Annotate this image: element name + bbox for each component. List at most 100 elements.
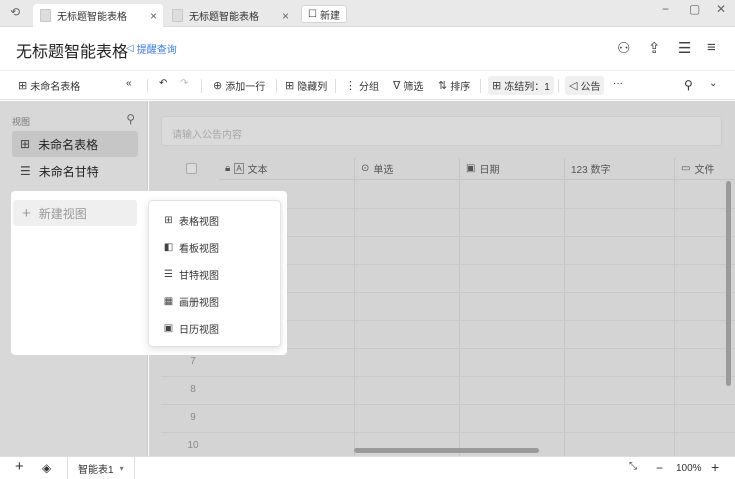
divider [147,79,148,93]
new-doc-icon: ☐ [308,8,317,20]
remind-label: 提醒查询 [136,45,177,56]
row-number: 9 [190,412,196,423]
add-sheet-icon[interactable]: + [15,458,24,475]
row-number: 7 [190,356,196,367]
table-icon: ⊞ [20,137,31,151]
group-icon: ⋮ [345,80,356,92]
sheet-name: 智能表1 [78,464,114,476]
hide-columns-button[interactable]: ⊞ 隐藏列 [285,78,327,93]
add-row-label: 添加一行 [225,82,266,93]
history-icon[interactable]: ⟲ [10,5,20,19]
menu-icon[interactable]: ≡ [707,39,716,56]
tab-document-2[interactable]: 无标题智能表格 × [165,4,295,27]
megaphone-icon: ◁ [569,80,578,92]
sidebar-item-table-view[interactable]: ⊞ 未命名表格 [12,131,138,157]
menu-item-calendar-view[interactable]: ▣ 日历视图 [163,320,219,336]
new-view-button[interactable]: + 新建视图 [13,200,137,226]
hide-columns-label: 隐藏列 [297,82,328,93]
column-header-number[interactable]: 123 数字 [565,158,675,180]
divider [276,79,277,93]
plus-icon: + [22,204,31,222]
select-all-checkbox[interactable] [186,163,197,174]
gantt-icon: ☰ [164,268,173,280]
minimize-icon[interactable]: − [662,2,669,16]
maximize-icon[interactable]: ▢ [689,2,700,16]
redo-icon[interactable]: ↷ [180,78,188,89]
zoom-out-icon[interactable]: − [656,461,663,475]
single-select-icon: ⊙ [361,163,370,174]
close-window-icon[interactable]: ✕ [716,2,726,16]
sort-icon: ⇅ [438,80,448,92]
row-divider [161,432,735,433]
column-header-date[interactable]: ▣ 日期 [460,158,565,180]
collapse-sidebar-icon[interactable]: « [126,78,132,89]
date-icon: ▣ [466,163,476,174]
column-header-single-select[interactable]: ⊙ 单选 [355,158,460,180]
folder-icon: ▭ [681,163,691,174]
close-tab-icon[interactable]: × [282,9,289,23]
sidebar-item-label: 未命名甘特 [38,164,99,179]
search-icon[interactable]: ⚲ [684,78,693,92]
new-view-label: 新建视图 [38,206,87,221]
toolbar: ⊞ 未命名表格 « ↶ ↷ ⊕ 添加一行 ⊞ 隐藏列 ⋮ 分组 ∇ 筛选 ⇅ 排… [0,70,735,100]
tab-bar: ⟲ 无标题智能表格 × 无标题智能表格 × ☐ 新建 − ▢ ✕ [0,0,735,27]
group-button[interactable]: ⋮ 分组 [345,78,379,93]
close-tab-icon[interactable]: × [150,9,157,23]
row-number: 8 [190,384,196,395]
document-icon [172,9,183,22]
group-label: 分组 [359,82,379,93]
sort-button[interactable]: ⇅ 排序 [438,78,470,93]
filter-label: 筛选 [403,82,424,93]
table-name-selector[interactable]: ⊞ 未命名表格 [18,78,80,93]
tab-document-1[interactable]: 无标题智能表格 × [33,4,163,27]
column-divider [354,158,355,456]
menu-item-label: 看板视图 [179,243,219,255]
freeze-columns-button[interactable]: ⊞ 冻结列：1 [488,76,554,95]
comment-icon[interactable]: ☰ [678,39,691,57]
column-header-text[interactable]: 🔒︎ A 文本 [219,158,355,180]
chevron-down-icon: ▾ [119,463,124,473]
new-view-menu: ⊞ 表格视图 ◧ 看板视图 ☰ 甘特视图 ▦ 画册视图 ▣ 日历视图 [148,200,281,347]
more-button[interactable]: ··· [613,78,623,89]
zoom-in-icon[interactable]: + [711,459,719,475]
column-label: 单选 [373,165,394,176]
pin-icon[interactable]: ⚲ [126,112,135,126]
menu-item-kanban-view[interactable]: ◧ 看板视图 [163,239,219,255]
fit-screen-icon[interactable]: ⤡ [629,461,637,472]
columns-icon: ⊞ [285,80,295,92]
add-collaborator-icon[interactable]: ⚇ [617,39,630,57]
megaphone-icon: ◁ [126,43,134,54]
sidebar-item-gantt-view[interactable]: ☰ 未命名甘特 [12,158,138,184]
filter-button[interactable]: ∇ 筛选 [393,78,423,93]
column-label: 文本 [247,165,268,176]
divider [335,79,336,93]
menu-item-gallery-view[interactable]: ▦ 画册视图 [163,293,219,309]
notice-input[interactable]: 请输入公告内容 [161,116,722,146]
menu-item-label: 画册视图 [179,297,219,309]
title-bar: 无标题智能表格 ◁ 提醒查询 ⚇ ⇪ ☰ ≡ [0,27,735,67]
vertical-scrollbar[interactable] [726,181,731,386]
layers-icon[interactable]: ◈ [42,461,51,475]
column-header-file[interactable]: ▭ 文件 [675,158,735,180]
divider [201,79,202,93]
text-field-icon: A [234,163,244,174]
sheet-tab[interactable]: 智能表1 ▾ [67,457,135,479]
bottom-bar: + ◈ 智能表1 ▾ ⤡ − 100% + [0,456,735,479]
column-divider [564,158,565,456]
menu-item-table-view[interactable]: ⊞ 表格视图 [163,212,219,228]
undo-icon[interactable]: ↶ [159,78,167,89]
document-title[interactable]: 无标题智能表格 [16,38,128,62]
row-number: 10 [187,440,199,451]
share-icon[interactable]: ⇪ [648,39,661,57]
add-row-button[interactable]: ⊕ 添加一行 [213,78,265,93]
new-tab-label: 新建 [319,10,340,22]
column-label: 文件 [694,165,715,176]
add-circle-icon: ⊕ [213,80,223,92]
horizontal-scrollbar[interactable] [354,448,539,453]
new-tab-button[interactable]: ☐ 新建 [301,5,347,23]
remind-link[interactable]: ◁ 提醒查询 [126,41,177,56]
notice-button[interactable]: ◁ 公告 [565,76,605,95]
menu-item-gantt-view[interactable]: ☰ 甘特视图 [163,266,219,282]
chevron-down-icon[interactable]: ⌄ [709,78,717,89]
notice-label: 公告 [580,82,601,93]
